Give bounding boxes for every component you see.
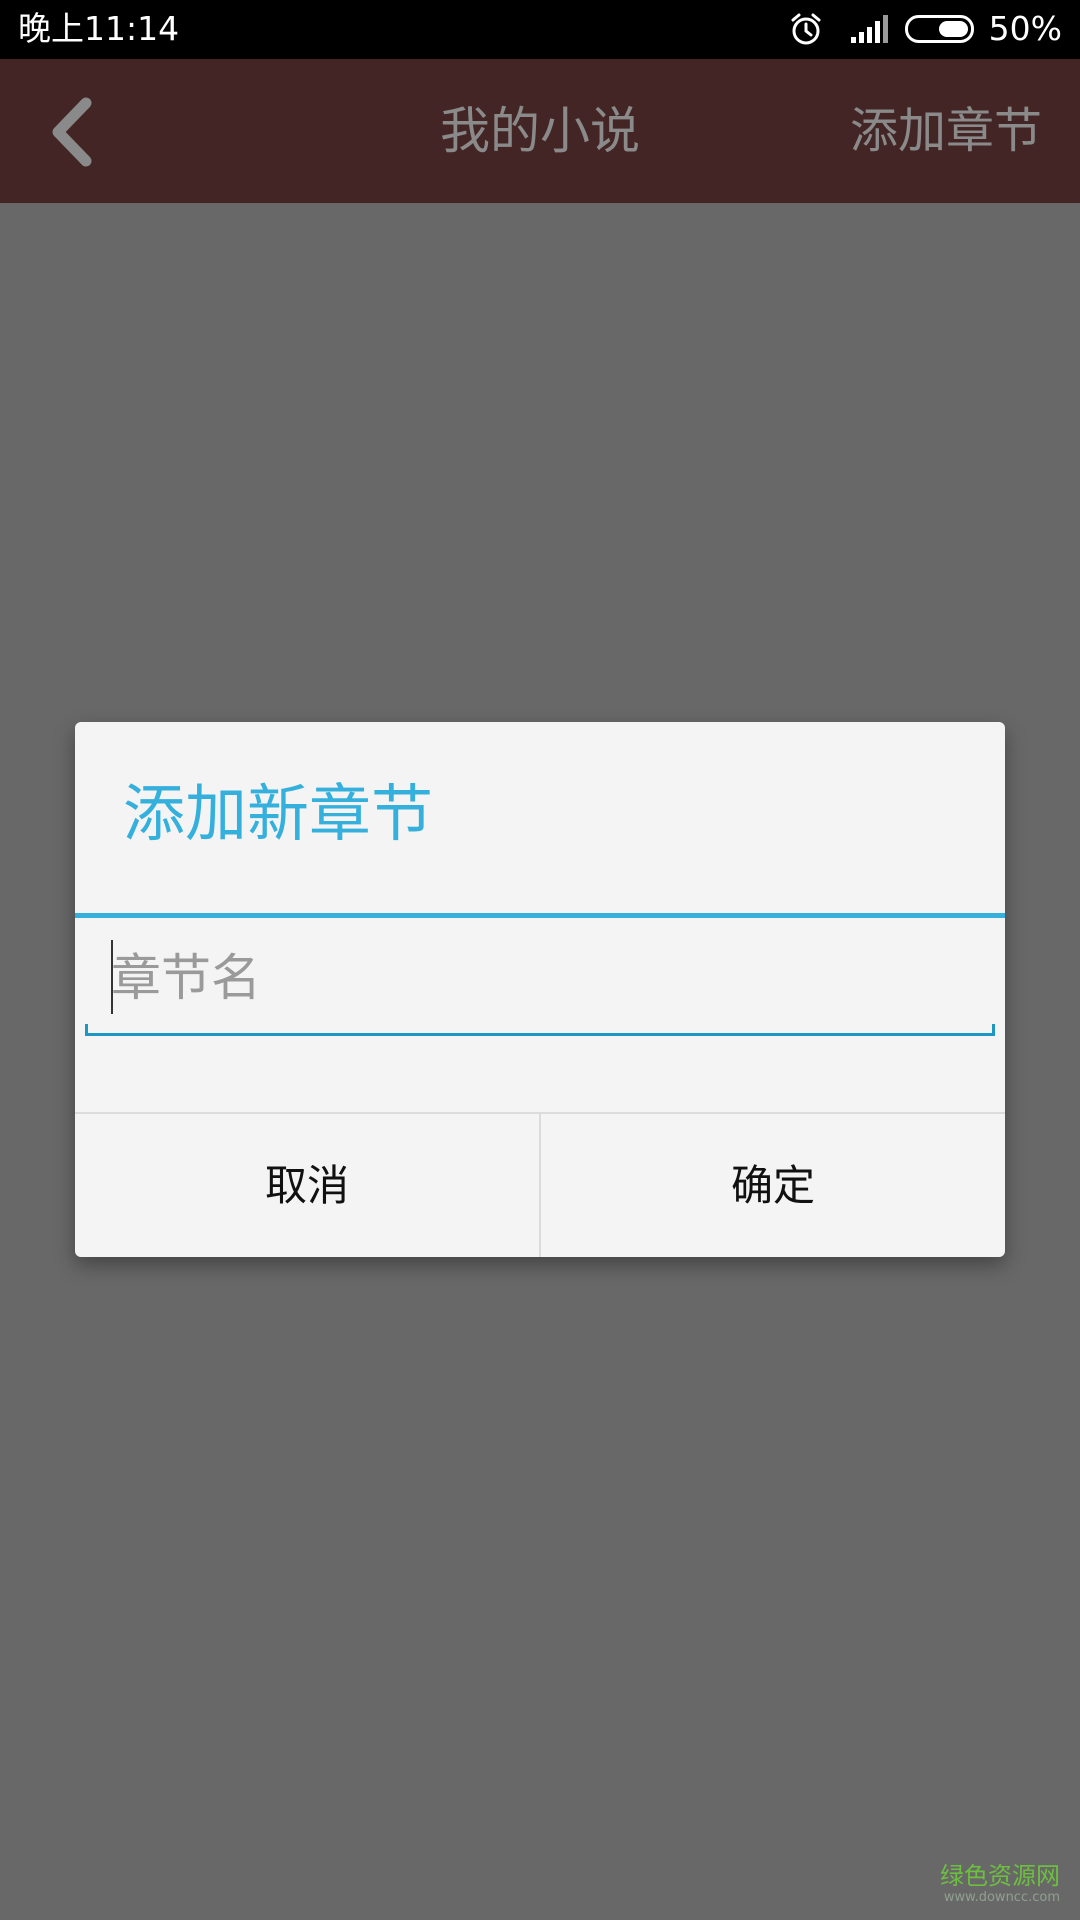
- battery-icon: [904, 15, 977, 43]
- dialog-title-divider: [75, 913, 1005, 918]
- add-chapter-dialog: 添加新章节 取消 确定: [75, 722, 1005, 1257]
- back-button[interactable]: [40, 95, 110, 169]
- status-time: 晚上11:14: [18, 9, 180, 48]
- watermark-title: 绿色资源网: [940, 1862, 1060, 1890]
- battery-percentage: 50%: [988, 9, 1062, 48]
- text-cursor: [111, 940, 113, 1014]
- app-bar: 我的小说 添加章节: [0, 59, 1080, 203]
- status-icons: 50%: [789, 6, 1062, 52]
- status-bar: 晚上11:14 50%: [0, 0, 1080, 59]
- watermark: 绿色资源网 www.downcc.com: [940, 1862, 1060, 1906]
- add-chapter-button[interactable]: 添加章节: [850, 59, 1042, 203]
- chapter-name-input[interactable]: [109, 942, 971, 1014]
- alarm-icon: [789, 12, 823, 46]
- signal-icon: [849, 15, 889, 43]
- confirm-button[interactable]: 确定: [541, 1114, 1005, 1257]
- watermark-url: www.downcc.com: [943, 1890, 1060, 1905]
- chevron-left-icon: [52, 97, 92, 167]
- dialog-title: 添加新章节: [123, 777, 434, 850]
- cancel-button[interactable]: 取消: [75, 1114, 539, 1257]
- input-underline: [85, 1024, 995, 1036]
- screen: 晚上11:14 50% 我的小说 添加章节 添加新章节 章节名 取消 确定 绿色…: [0, 0, 1080, 1920]
